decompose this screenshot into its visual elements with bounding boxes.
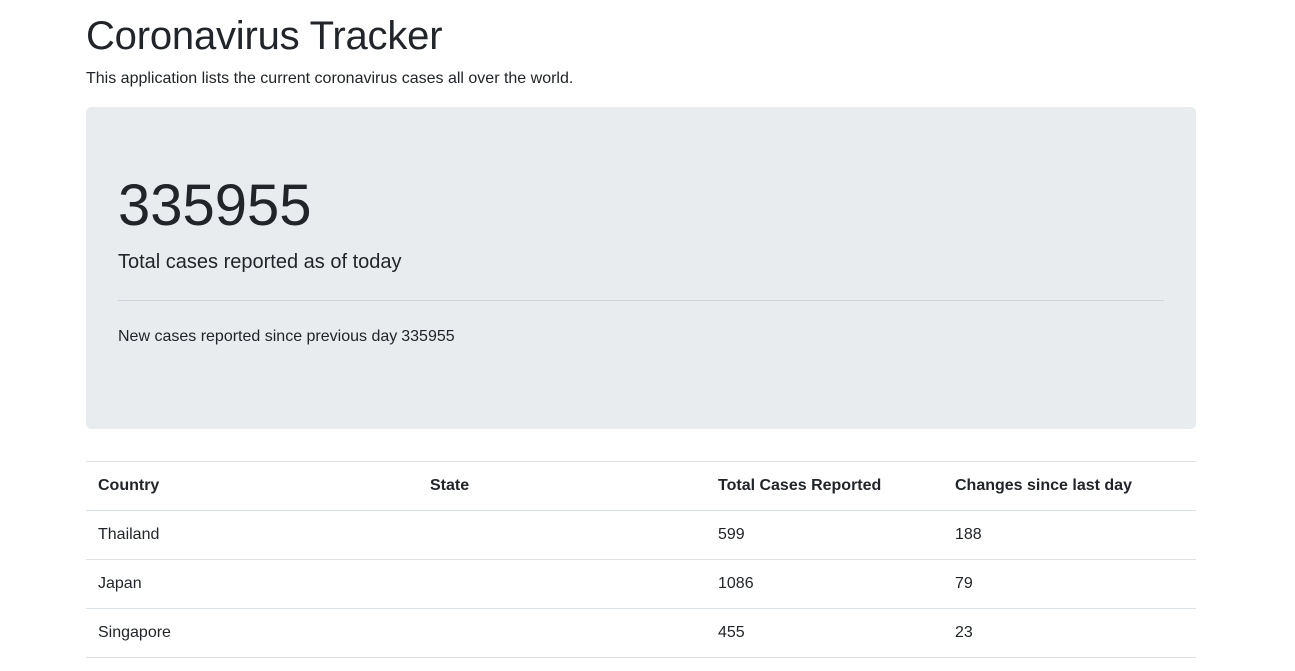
- new-cases-label: New cases reported since previous day: [118, 328, 398, 345]
- cell-country: Singapore: [86, 608, 418, 658]
- cell-change: 23: [943, 608, 1196, 658]
- page-subtitle: This application lists the current coron…: [86, 70, 574, 87]
- table-row: Thailand 599 188: [86, 510, 1196, 560]
- cell-change: 188: [943, 510, 1196, 560]
- cell-total-cases: 1086: [706, 559, 943, 609]
- table-header-row: Country State Total Cases Reported Chang…: [86, 461, 1196, 511]
- cases-table: Country State Total Cases Reported Chang…: [86, 461, 1196, 658]
- total-cases-number: 335955: [118, 173, 312, 238]
- column-header-changes: Changes since last day: [943, 461, 1196, 511]
- total-cases-label: Total cases reported as of today: [118, 251, 402, 273]
- cell-change: 79: [943, 559, 1196, 609]
- cell-total-cases: 599: [706, 510, 943, 560]
- column-header-country: Country: [86, 461, 418, 511]
- page-title: Coronavirus Tracker: [86, 14, 443, 58]
- cell-total-cases: 455: [706, 608, 943, 658]
- table-row: Japan 1086 79: [86, 559, 1196, 609]
- summary-divider: [118, 300, 1164, 301]
- table-row: Singapore 455 23: [86, 608, 1196, 658]
- cell-state: [418, 559, 706, 609]
- column-header-total-cases: Total Cases Reported: [706, 461, 943, 511]
- new-cases-value: 335955: [401, 328, 455, 345]
- cell-country: Japan: [86, 559, 418, 609]
- new-cases-text: New cases reported since previous day 335…: [118, 327, 455, 347]
- cell-state: [418, 510, 706, 560]
- cell-country: Thailand: [86, 510, 418, 560]
- cell-state: [418, 608, 706, 658]
- column-header-state: State: [418, 461, 706, 511]
